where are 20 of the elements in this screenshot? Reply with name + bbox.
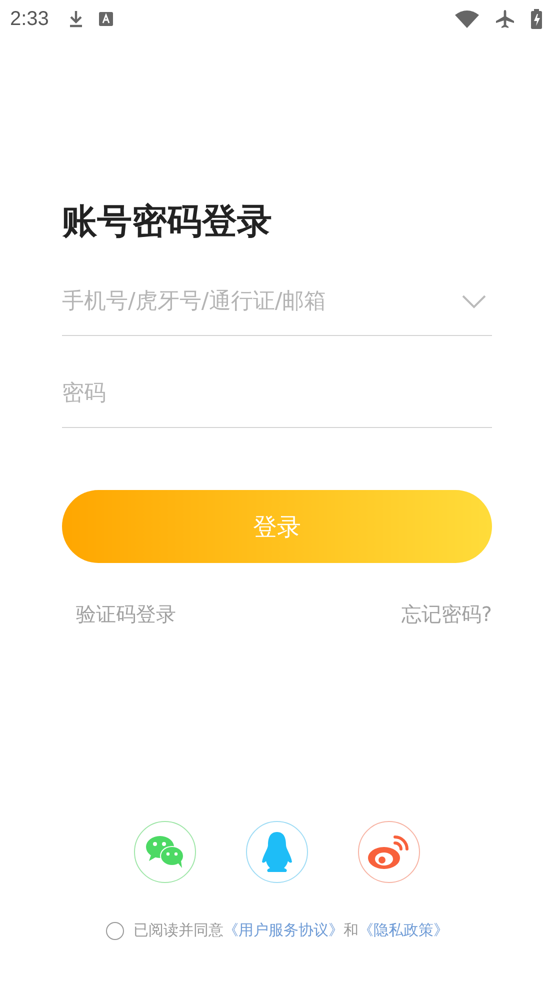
keyboard-icon xyxy=(98,12,113,26)
agreement-text: 已阅读并同意《用户服务协议》和《隐私政策》 xyxy=(134,921,448,940)
privacy-link[interactable]: 《隐私政策》 xyxy=(358,921,448,939)
download-icon xyxy=(68,10,83,28)
battery-icon xyxy=(531,9,542,29)
airplane-icon xyxy=(495,9,515,29)
chevron-down-icon[interactable] xyxy=(462,294,486,308)
chat-bubbles-icon xyxy=(145,835,185,869)
wifi-icon xyxy=(455,10,479,28)
terms-link[interactable]: 《用户服务协议》 xyxy=(224,921,344,939)
page-title: 账号密码登录 xyxy=(62,201,273,244)
password-field[interactable]: 密码 xyxy=(62,357,492,406)
forgot-password-link[interactable]: 忘记密码? xyxy=(401,601,492,628)
agreement-checkbox[interactable] xyxy=(106,922,124,940)
sms-login-link[interactable]: 验证码登录 xyxy=(76,601,176,628)
account-field[interactable]: 手机号/虎牙号/通行证/邮箱 xyxy=(62,265,462,314)
status-time: 2:33 xyxy=(10,8,49,30)
weibo-logo-icon xyxy=(367,833,411,871)
login-button[interactable]: 登录 xyxy=(62,490,492,563)
penguin-icon xyxy=(261,831,293,873)
